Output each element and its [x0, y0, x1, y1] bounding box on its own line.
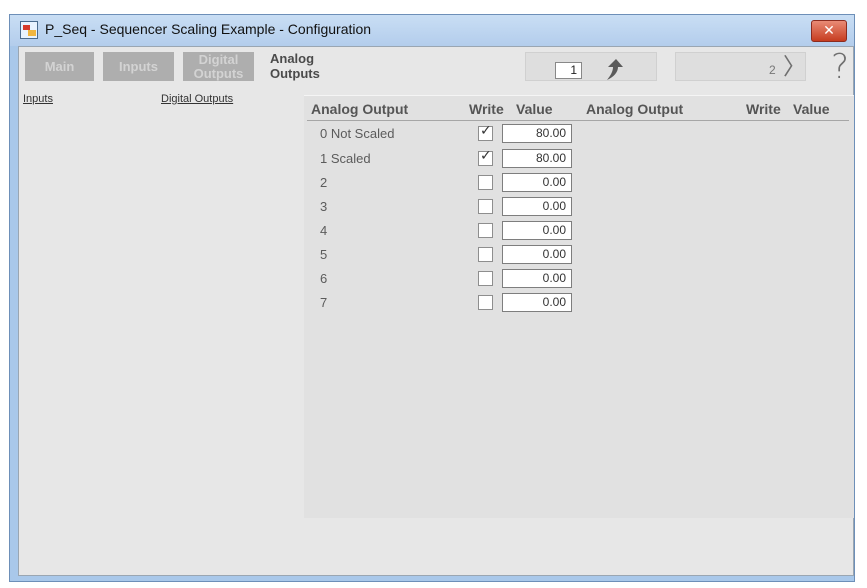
value-input[interactable]: 80.00 [502, 149, 572, 168]
write-checkbox[interactable] [478, 199, 493, 214]
value-input[interactable]: 0.00 [502, 221, 572, 240]
title-bar[interactable]: P_Seq - Sequencer Scaling Example - Conf… [10, 15, 854, 46]
analog-output-label: 2 [320, 175, 328, 190]
faceplate-body: Main Inputs Digital Outputs Analog Outpu… [18, 46, 854, 576]
faceplate-window: P_Seq - Sequencer Scaling Example - Conf… [9, 14, 855, 582]
close-icon: ✕ [823, 23, 835, 39]
tab-analog-outputs[interactable]: Analog Outputs [262, 48, 342, 86]
tab-digital-outputs-line2: Outputs [193, 66, 244, 81]
analog-output-label: 0 Not Scaled [320, 126, 395, 141]
page-number-input[interactable]: 1 [555, 62, 582, 79]
value-input[interactable]: 0.00 [502, 173, 572, 192]
value-input[interactable]: 0.00 [502, 269, 572, 288]
write-checkbox[interactable] [478, 247, 493, 262]
write-checkbox[interactable]: ✓ [478, 123, 493, 141]
app-icon [20, 21, 38, 39]
tab-inputs-label: Inputs [119, 59, 158, 74]
analog-output-label: 3 [320, 199, 328, 214]
tab-digital-outputs-line1: Digital [198, 52, 239, 67]
value-input[interactable]: 0.00 [502, 197, 572, 216]
header-analog-output: Analog Output [311, 101, 409, 117]
inputs-link[interactable]: Inputs [23, 93, 53, 105]
help-icon[interactable]: ? [831, 49, 849, 85]
header-analog-output-right: Analog Output [586, 101, 684, 117]
analog-output-label: 5 [320, 247, 328, 262]
header-write-right: Write [746, 101, 781, 117]
tab-digital-outputs[interactable]: Digital Outputs [183, 52, 254, 81]
write-checkbox[interactable] [478, 175, 493, 190]
digital-outputs-link[interactable]: Digital Outputs [161, 93, 233, 105]
header-value: Value [516, 101, 553, 117]
write-checkbox[interactable]: ✓ [478, 148, 493, 166]
tab-inputs[interactable]: Inputs [103, 52, 174, 81]
write-checkbox[interactable] [478, 223, 493, 238]
chevron-right-icon[interactable]: 〉 [783, 55, 806, 79]
value-input[interactable]: 0.00 [502, 245, 572, 264]
analog-output-label: 4 [320, 223, 328, 238]
header-divider [307, 120, 849, 121]
next-page-number: 2 [769, 63, 776, 77]
tab-main[interactable]: Main [25, 52, 94, 81]
page-nav-box [525, 52, 657, 81]
header-value-right: Value [793, 101, 830, 117]
write-checkbox[interactable] [478, 295, 493, 310]
header-write: Write [469, 101, 504, 117]
tab-analog-outputs-line1: Analog [270, 51, 315, 66]
value-input[interactable]: 0.00 [502, 293, 572, 312]
analog-output-label: 6 [320, 271, 328, 286]
up-arrow-icon[interactable] [604, 58, 624, 82]
check-icon: ✓ [480, 123, 492, 139]
tab-main-label: Main [44, 59, 75, 74]
write-checkbox[interactable] [478, 271, 493, 286]
value-input[interactable]: 80.00 [502, 124, 572, 143]
tab-analog-outputs-line2: Outputs [270, 66, 320, 81]
check-icon: ✓ [480, 148, 492, 164]
tab-strip: Main Inputs Digital Outputs Analog Outpu… [19, 47, 853, 87]
close-button[interactable]: ✕ [811, 20, 847, 42]
window-title: P_Seq - Sequencer Scaling Example - Conf… [45, 21, 372, 37]
analog-outputs-panel: Analog Output Write Value Analog Output … [304, 95, 854, 518]
analog-output-label: 7 [320, 295, 328, 310]
analog-output-label: 1 Scaled [320, 151, 371, 166]
